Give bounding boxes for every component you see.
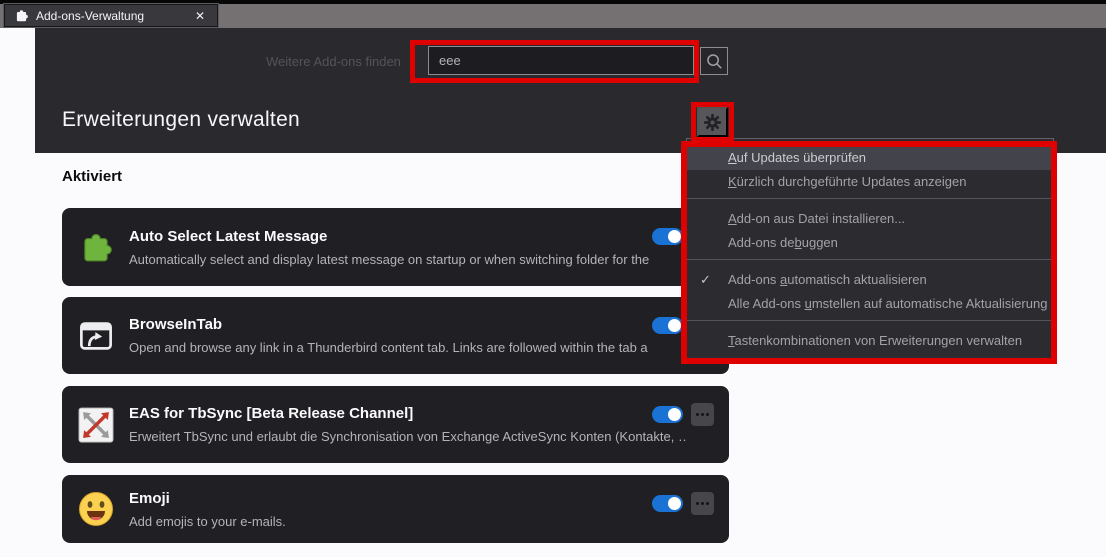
addon-text: EAS for TbSync [Beta Release Channel] Er… bbox=[129, 405, 686, 444]
addon-description: Open and browse any link in a Thunderbir… bbox=[129, 340, 648, 355]
annotation-search-box bbox=[410, 40, 699, 83]
search-label: Weitere Add-ons finden bbox=[266, 54, 401, 69]
enabled-section-heading: Aktiviert bbox=[62, 168, 123, 185]
toggle-knob bbox=[668, 230, 681, 243]
addon-description: Automatically select and display latest … bbox=[129, 251, 650, 267]
addon-description: Add emojis to your e-mails. bbox=[129, 513, 286, 529]
tab-close-icon[interactable]: ✕ bbox=[192, 9, 208, 23]
toggle-knob bbox=[668, 497, 681, 510]
tab-addons-manager[interactable]: Add-ons-Verwaltung ✕ bbox=[3, 3, 219, 28]
addon-enable-toggle[interactable] bbox=[652, 317, 683, 334]
tab-bar: Add-ons-Verwaltung ✕ bbox=[0, 3, 1106, 28]
addon-enable-toggle[interactable] bbox=[652, 406, 683, 423]
window-arrow-icon bbox=[80, 321, 112, 350]
addon-text: Emoji Add emojis to your e-mails. bbox=[129, 490, 686, 529]
search-icon bbox=[707, 54, 722, 69]
addon-text: Auto Select Latest Message Automatically… bbox=[129, 228, 686, 267]
addon-card-browseintab[interactable]: BrowseInTab Open and browse any link in … bbox=[62, 297, 729, 374]
sync-arrows-icon bbox=[78, 407, 114, 442]
addon-card-emoji[interactable]: Emoji Add emojis to your e-mails. bbox=[62, 475, 729, 543]
toggle-knob bbox=[668, 408, 681, 421]
addon-name: Emoji bbox=[129, 489, 170, 507]
toggle-knob bbox=[668, 319, 681, 332]
addon-text: BrowseInTab Open and browse any link in … bbox=[129, 316, 686, 355]
addon-name: BrowseInTab bbox=[129, 316, 223, 333]
addon-enable-toggle[interactable] bbox=[652, 495, 683, 512]
addon-description: Erweitert TbSync und erlaubt die Synchro… bbox=[129, 429, 686, 444]
emoji-face-icon bbox=[79, 492, 113, 526]
more-options-button[interactable] bbox=[691, 403, 714, 426]
annotation-gear-button bbox=[691, 102, 734, 142]
addon-card-auto-select-latest-message[interactable]: Auto Select Latest Message Automatically… bbox=[62, 208, 729, 286]
puzzle-icon bbox=[16, 10, 28, 22]
green-puzzle-icon bbox=[84, 233, 112, 262]
addon-name: Auto Select Latest Message bbox=[129, 227, 328, 245]
addon-enable-toggle[interactable] bbox=[652, 228, 683, 245]
search-button[interactable] bbox=[700, 47, 728, 75]
tab-title: Add-ons-Verwaltung bbox=[36, 8, 145, 23]
page-title: Erweiterungen verwalten bbox=[62, 108, 301, 131]
addon-name: EAS for TbSync [Beta Release Channel] bbox=[129, 405, 414, 422]
addon-card-eas-for-tbsync[interactable]: EAS for TbSync [Beta Release Channel] Er… bbox=[62, 386, 729, 463]
annotation-dropdown-menu bbox=[681, 141, 1057, 364]
more-options-button[interactable] bbox=[691, 492, 714, 515]
